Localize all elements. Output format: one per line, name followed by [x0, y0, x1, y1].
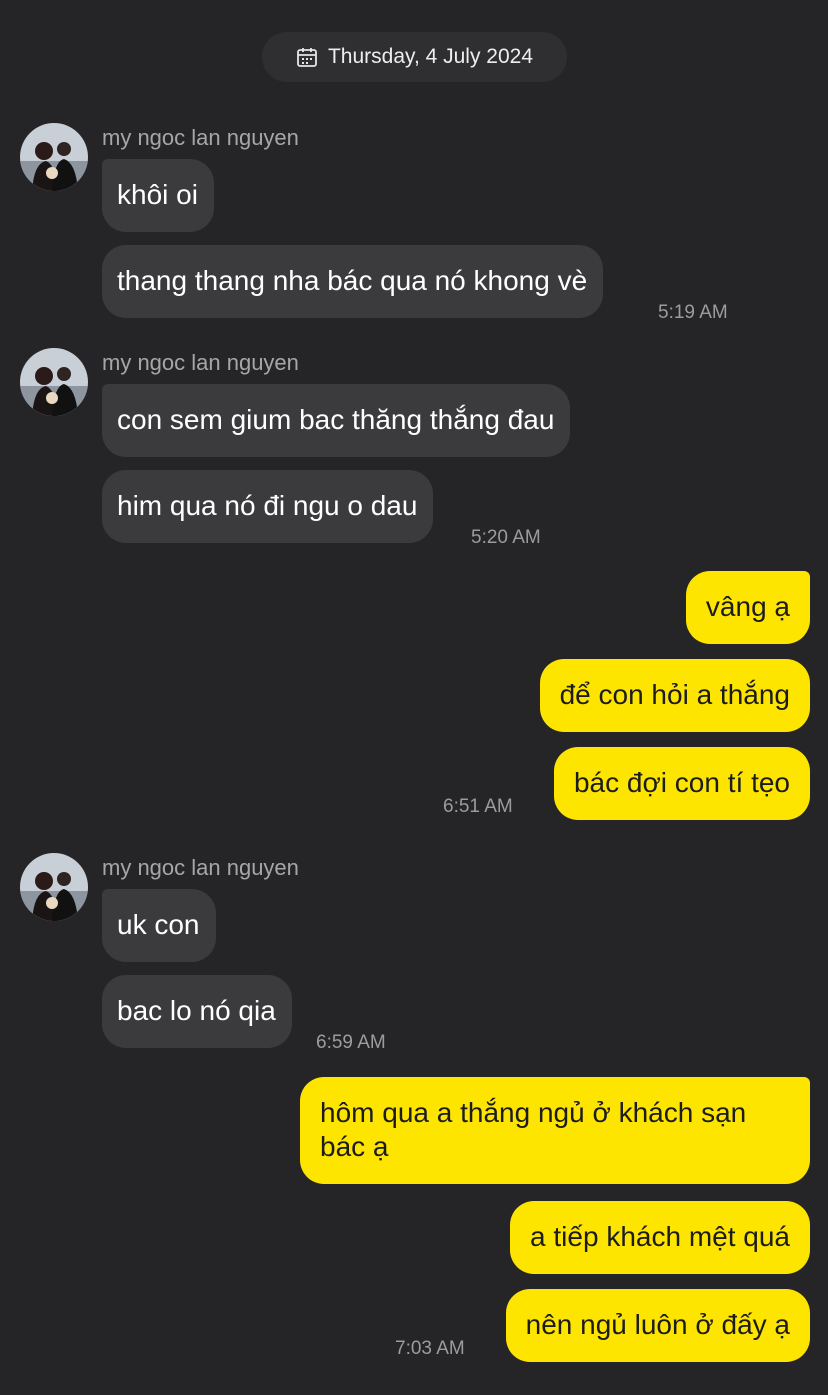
message-bubble[interactable]: để con hỏi a thắng: [539, 659, 810, 732]
sender-name: my ngoc lan nguyen: [102, 125, 299, 150]
message-bubble[interactable]: vâng ạ: [685, 571, 810, 644]
message-bubble[interactable]: thang thang nha bác qua nó khong vè: [102, 245, 604, 318]
message-timestamp: 6:51 AM: [443, 796, 513, 817]
calendar-icon: [297, 48, 317, 67]
message-bubble[interactable]: him qua nó đi ngu o dau: [102, 470, 434, 543]
message-bubble[interactable]: khôi oi: [102, 159, 214, 232]
avatar[interactable]: [20, 348, 88, 416]
message-bubble[interactable]: bac lo nó qia: [102, 975, 292, 1048]
message-bubble[interactable]: con sem gium bac thăng thắng đau: [102, 384, 571, 457]
message-timestamp: 7:03 AM: [395, 1338, 465, 1359]
message-bubble[interactable]: hôm qua a thắng ngủ ở khách sạn bác ạ: [300, 1077, 810, 1184]
avatar[interactable]: [20, 123, 88, 191]
sender-name: my ngoc lan nguyen: [102, 350, 299, 375]
message-timestamp: 5:20 AM: [471, 527, 541, 548]
date-divider: Thursday, 4 July 2024: [262, 32, 567, 82]
message-bubble[interactable]: nên ngủ luôn ở đấy ạ: [505, 1289, 810, 1362]
date-label: Thursday, 4 July 2024: [327, 45, 534, 68]
message-bubble[interactable]: a tiếp khách mệt quá: [510, 1201, 810, 1274]
sender-name: my ngoc lan nguyen: [102, 855, 299, 880]
message-bubble[interactable]: uk con: [102, 889, 216, 962]
message-timestamp: 5:19 AM: [658, 302, 728, 323]
message-timestamp: 6:59 AM: [316, 1032, 386, 1053]
avatar[interactable]: [20, 853, 88, 921]
message-bubble[interactable]: bác đợi con tí tẹo: [553, 747, 810, 820]
